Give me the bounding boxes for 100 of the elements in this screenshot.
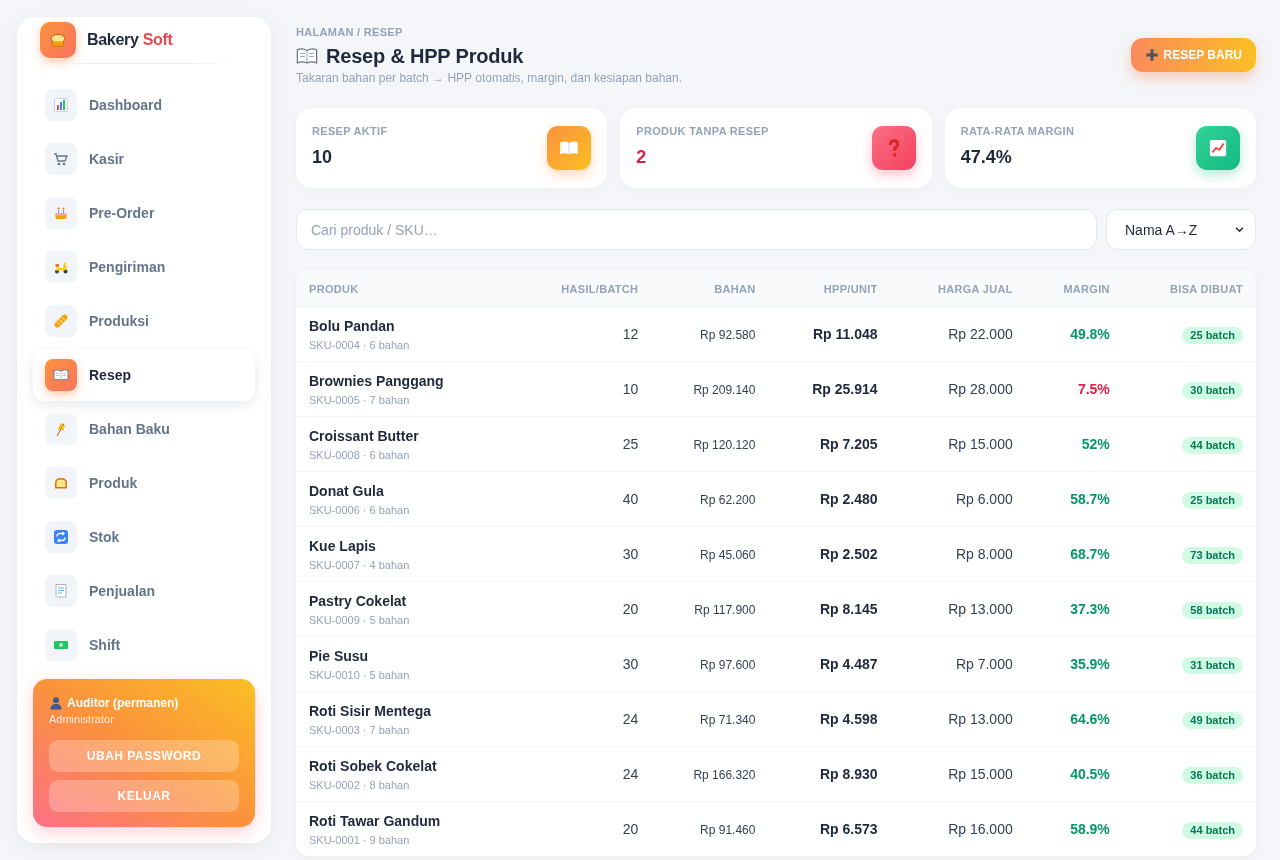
cost-value: Rp 45.060 — [700, 548, 756, 562]
product-name: Roti Tawar Gandum — [309, 811, 442, 830]
sidebar-item[interactable]: Kasir — [33, 133, 255, 185]
bar-chart-icon — [45, 89, 77, 121]
capacity-badge: 25 batch — [1182, 326, 1243, 344]
brand-name: Bakery Soft — [87, 31, 173, 49]
hpp-value: Rp 8.930 — [820, 766, 878, 782]
hpp-value: Rp 4.487 — [820, 656, 878, 672]
sidebar-item[interactable]: Pengiriman — [33, 241, 255, 293]
column-header: PRODUK — [309, 283, 359, 295]
margin-value: 58.9% — [1070, 821, 1110, 837]
margin-value: 35.9% — [1070, 656, 1110, 672]
cost-value: Rp 92.580 — [700, 328, 756, 342]
product-meta: SKU-0004 · 6 bahan — [309, 337, 411, 352]
product-name: Pastry Cokelat — [309, 591, 408, 610]
yield-value: 40 — [622, 491, 639, 507]
column-header: HARGA JUAL — [938, 283, 1013, 295]
hpp-value: Rp 2.502 — [820, 546, 878, 562]
user-name: Auditor (permanen) — [67, 695, 179, 711]
hpp-value: Rp 8.145 — [820, 601, 878, 617]
sidebar-item[interactable]: Bahan Baku — [33, 403, 255, 455]
book-icon — [296, 45, 318, 67]
product-meta: SKU-0006 · 6 bahan — [309, 502, 411, 517]
hpp-value: Rp 2.480 — [820, 491, 878, 507]
product-name: Roti Sobek Cokelat — [309, 756, 438, 775]
capacity-badge: 44 batch — [1182, 436, 1243, 454]
hpp-value: Rp 7.205 — [820, 436, 878, 452]
stat-label: RATA-RATA MARGIN — [960, 125, 1075, 138]
product-meta: SKU-0005 · 7 bahan — [309, 392, 411, 407]
capacity-badge: 49 batch — [1182, 711, 1243, 729]
price-value: Rp 7.000 — [955, 656, 1013, 672]
bread-icon — [45, 467, 77, 499]
capacity-badge: 36 batch — [1182, 766, 1243, 784]
page-title: Resep & HPP Produk — [326, 44, 524, 69]
column-header: HASIL/BATCH — [561, 283, 639, 295]
margin-value: 58.7% — [1070, 491, 1110, 507]
margin-value: 7.5% — [1077, 381, 1110, 397]
yield-value: 12 — [622, 326, 639, 342]
sidebar-item[interactable]: Stok — [33, 511, 255, 563]
yield-value: 30 — [622, 546, 639, 562]
cost-value: Rp 120.120 — [693, 438, 756, 452]
capacity-badge: 31 batch — [1182, 656, 1243, 674]
column-header: MARGIN — [1063, 283, 1110, 295]
product-meta: SKU-0002 · 8 bahan — [309, 777, 411, 792]
capacity-badge: 44 batch — [1182, 821, 1243, 839]
column-header: BISA DIBUAT — [1170, 283, 1243, 295]
product-meta: SKU-0008 · 6 bahan — [309, 447, 411, 462]
price-value: Rp 15.000 — [948, 766, 1013, 782]
capacity-badge: 58 batch — [1182, 601, 1243, 619]
stat-value: 10 — [312, 146, 334, 168]
stat-value: 47.4% — [960, 146, 1013, 168]
person-icon — [49, 696, 63, 710]
cost-value: Rp 209.140 — [693, 383, 756, 397]
sidebar-item[interactable]: Pre-Order — [33, 187, 255, 239]
product-name: Roti Sisir Mentega — [309, 701, 433, 720]
yield-value: 30 — [622, 656, 639, 672]
plus-icon — [1144, 48, 1159, 62]
price-value: Rp 6.000 — [955, 491, 1013, 507]
margin-value: 49.8% — [1070, 326, 1110, 342]
product-meta: SKU-0001 · 9 bahan — [309, 832, 411, 847]
yield-value: 20 — [622, 821, 639, 837]
price-value: Rp 16.000 — [948, 821, 1013, 837]
user-role: Administrator — [49, 712, 115, 726]
product-name: Bolu Pandan — [309, 316, 396, 335]
price-value: Rp 13.000 — [948, 711, 1013, 727]
column-header: HPP/UNIT — [823, 283, 878, 295]
price-value: Rp 28.000 — [948, 381, 1013, 397]
page-subtitle: Takaran bahan per batch → HPP otomatis, margin, dan kesiapan bahan. — [296, 70, 682, 86]
product-meta: SKU-0003 · 7 bahan — [309, 722, 411, 737]
breadcrumb: HALAMAN / RESEP — [296, 26, 404, 39]
scooter-icon — [45, 251, 77, 283]
stat-label: PRODUK TANPA RESEP — [636, 125, 769, 138]
sort-dropdown[interactable]: Nama A→Z — [1106, 209, 1256, 250]
sidebar-item[interactable]: Resep — [33, 349, 255, 401]
sidebar-item[interactable]: Produksi — [33, 295, 255, 347]
baguette-icon — [45, 305, 77, 337]
product-name: Kue Lapis — [309, 536, 377, 555]
capacity-badge: 25 batch — [1182, 491, 1243, 509]
cost-value: Rp 62.200 — [700, 493, 756, 507]
sidebar-item[interactable]: Penjualan — [33, 565, 255, 617]
price-value: Rp 15.000 — [948, 436, 1013, 452]
cost-value: Rp 91.460 — [700, 823, 756, 837]
sidebar-item[interactable]: Shift — [33, 619, 255, 671]
hpp-value: Rp 25.914 — [812, 381, 878, 397]
chevron-down-icon — [1234, 224, 1245, 235]
yield-value: 25 — [622, 436, 639, 452]
product-name: Croissant Butter — [309, 426, 420, 445]
book-icon — [45, 359, 77, 391]
capacity-badge: 30 batch — [1182, 381, 1243, 399]
product-name: Brownies Panggang — [309, 371, 445, 390]
hpp-value: Rp 6.573 — [820, 821, 878, 837]
sidebar-item[interactable]: Produk — [33, 457, 255, 509]
wheat-icon — [45, 413, 77, 445]
search-field[interactable]: Cari produk / SKU… — [296, 209, 1097, 250]
bread-logo-icon — [40, 22, 76, 58]
cart-icon — [45, 143, 77, 175]
yield-value: 24 — [622, 766, 639, 782]
stat-label: RESEP AKTIF — [312, 125, 388, 138]
sidebar-item[interactable]: Dashboard — [33, 79, 255, 131]
product-meta: SKU-0010 · 5 bahan — [309, 667, 411, 682]
